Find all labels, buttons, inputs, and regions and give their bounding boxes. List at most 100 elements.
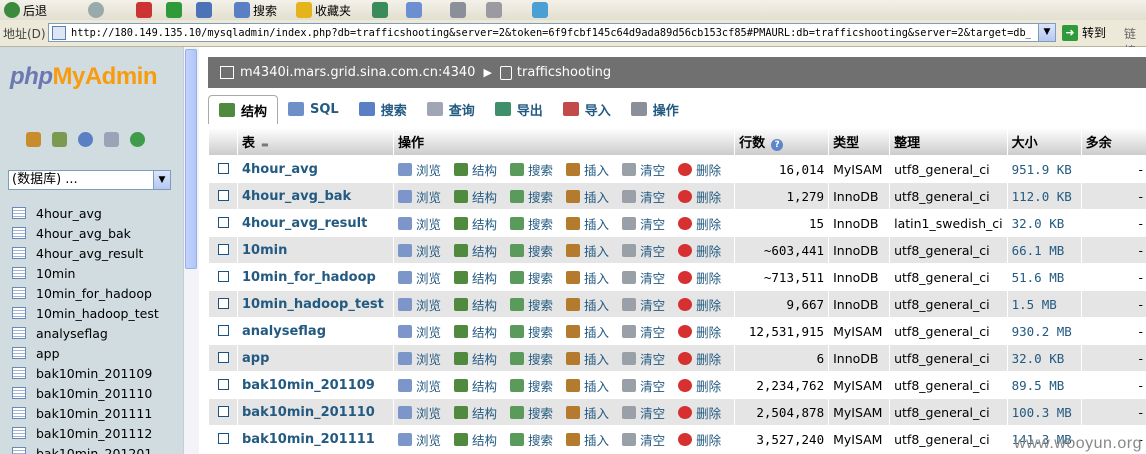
database-select[interactable]: (数据库) ... ▼	[8, 170, 171, 190]
breadcrumb-server[interactable]: m4340i.mars.grid.sina.com.cn:4340	[240, 65, 475, 80]
browse-action[interactable]: 浏览	[398, 322, 441, 341]
sidebar-table-name[interactable]: 4hour_avg	[36, 206, 102, 221]
scrollbar-thumb[interactable]	[185, 49, 197, 269]
drop-action[interactable]: 删除	[678, 187, 721, 206]
size-unit[interactable]: KB	[1057, 162, 1072, 177]
header-size[interactable]: 大小	[1007, 128, 1081, 155]
drop-action[interactable]: 删除	[678, 268, 721, 287]
row-checkbox[interactable]	[217, 243, 229, 255]
table-icon[interactable]	[12, 327, 26, 339]
browse-action[interactable]: 浏览	[398, 430, 441, 449]
empty-action[interactable]: 清空	[622, 349, 665, 368]
row-checkbox[interactable]	[217, 297, 229, 309]
favorites-button[interactable]: 收藏夹	[296, 0, 351, 20]
sidebar-table-name[interactable]: 4hour_avg_bak	[36, 226, 131, 241]
size-unit[interactable]: MB	[1042, 297, 1057, 312]
left-scrollbar[interactable]	[183, 47, 199, 454]
header-overhead[interactable]: 多余	[1081, 128, 1146, 155]
table-name-link[interactable]: 10min_hadoop_test	[242, 297, 384, 312]
table-name-link[interactable]: 10min_for_hadoop	[242, 270, 376, 285]
phpmyadmin-logo[interactable]: phpMyAdmin	[10, 63, 157, 91]
sidebar-table-item[interactable]: bak10min_201109	[12, 363, 159, 383]
header-rows[interactable]: 行数?	[735, 128, 829, 155]
search-action[interactable]: 搜索	[510, 268, 553, 287]
structure-action[interactable]: 结构	[454, 349, 497, 368]
structure-action[interactable]: 结构	[454, 322, 497, 341]
table-icon[interactable]	[12, 367, 26, 379]
insert-action[interactable]: 插入	[566, 160, 609, 179]
size-value[interactable]: 112.0	[1012, 189, 1050, 204]
logout-icon[interactable]	[52, 132, 67, 147]
row-checkbox[interactable]	[217, 378, 229, 390]
table-icon[interactable]	[12, 267, 26, 279]
sidebar-table-item[interactable]: 10min_for_hadoop	[12, 283, 159, 303]
insert-action[interactable]: 插入	[566, 295, 609, 314]
size-cell[interactable]: 66.1 MB	[1007, 237, 1081, 263]
sidebar-table-item[interactable]: 10min_hadoop_test	[12, 303, 159, 323]
row-checkbox[interactable]	[217, 216, 229, 228]
mail-button[interactable]	[406, 0, 422, 20]
browse-action[interactable]: 浏览	[398, 349, 441, 368]
structure-action[interactable]: 结构	[454, 268, 497, 287]
size-value[interactable]: 66.1	[1012, 243, 1042, 258]
tab-operations[interactable]: 操作	[621, 95, 689, 123]
tab-search[interactable]: 搜索	[349, 95, 417, 123]
size-cell[interactable]: 951.9 KB	[1007, 156, 1081, 182]
drop-action[interactable]: 删除	[678, 430, 721, 449]
sidebar-table-name[interactable]: 10min_hadoop_test	[36, 306, 159, 321]
search-action[interactable]: 搜索	[510, 322, 553, 341]
size-unit[interactable]: MB	[1049, 270, 1064, 285]
drop-action[interactable]: 删除	[678, 349, 721, 368]
row-checkbox[interactable]	[217, 405, 229, 417]
sidebar-table-name[interactable]: 4hour_avg_result	[36, 246, 143, 261]
drop-action[interactable]: 删除	[678, 241, 721, 260]
drop-action[interactable]: 删除	[678, 160, 721, 179]
size-value[interactable]: 89.5	[1012, 378, 1042, 393]
stop-button[interactable]	[136, 0, 152, 20]
search-action[interactable]: 搜索	[510, 214, 553, 233]
insert-action[interactable]: 插入	[566, 187, 609, 206]
header-collation[interactable]: 整理	[890, 128, 1007, 155]
insert-action[interactable]: 插入	[566, 322, 609, 341]
chevron-down-icon[interactable]: ▼	[153, 171, 170, 189]
size-value[interactable]: 930.2	[1012, 324, 1050, 339]
size-unit[interactable]: MB	[1057, 405, 1072, 420]
drop-action[interactable]: 删除	[678, 295, 721, 314]
size-unit[interactable]: KB	[1049, 351, 1064, 366]
browse-action[interactable]: 浏览	[398, 268, 441, 287]
history-button[interactable]	[372, 0, 388, 20]
header-table[interactable]: 表 ▬	[238, 128, 393, 155]
browse-action[interactable]: 浏览	[398, 241, 441, 260]
empty-action[interactable]: 清空	[622, 403, 665, 422]
table-name-link[interactable]: 4hour_avg	[242, 162, 318, 177]
docs-icon[interactable]	[104, 132, 119, 147]
search-action[interactable]: 搜索	[510, 160, 553, 179]
structure-action[interactable]: 结构	[454, 376, 497, 395]
empty-action[interactable]: 清空	[622, 376, 665, 395]
home-button[interactable]	[196, 0, 212, 20]
size-value[interactable]: 51.6	[1012, 270, 1042, 285]
reload-icon[interactable]	[130, 132, 145, 147]
size-cell[interactable]: 1.5 MB	[1007, 291, 1081, 317]
sidebar-table-item[interactable]: bak10min_201112	[12, 423, 159, 443]
size-cell[interactable]: 100.3 MB	[1007, 399, 1081, 425]
structure-action[interactable]: 结构	[454, 241, 497, 260]
table-icon[interactable]	[12, 347, 26, 359]
size-value[interactable]: 32.0	[1012, 351, 1042, 366]
browse-action[interactable]: 浏览	[398, 403, 441, 422]
structure-action[interactable]: 结构	[454, 214, 497, 233]
drop-action[interactable]: 删除	[678, 322, 721, 341]
size-value[interactable]: 1.5	[1012, 297, 1035, 312]
browse-action[interactable]: 浏览	[398, 214, 441, 233]
structure-action[interactable]: 结构	[454, 187, 497, 206]
search-action[interactable]: 搜索	[510, 295, 553, 314]
sidebar-table-item[interactable]: 4hour_avg_result	[12, 243, 159, 263]
drop-action[interactable]: 删除	[678, 376, 721, 395]
drop-action[interactable]: 删除	[678, 403, 721, 422]
forward-button[interactable]	[88, 0, 104, 20]
size-unit[interactable]: MB	[1057, 324, 1072, 339]
insert-action[interactable]: 插入	[566, 430, 609, 449]
go-button[interactable]: ➜ 转到	[1062, 24, 1106, 41]
size-value[interactable]: 951.9	[1012, 162, 1050, 177]
tab-sql[interactable]: SQL	[278, 95, 349, 123]
